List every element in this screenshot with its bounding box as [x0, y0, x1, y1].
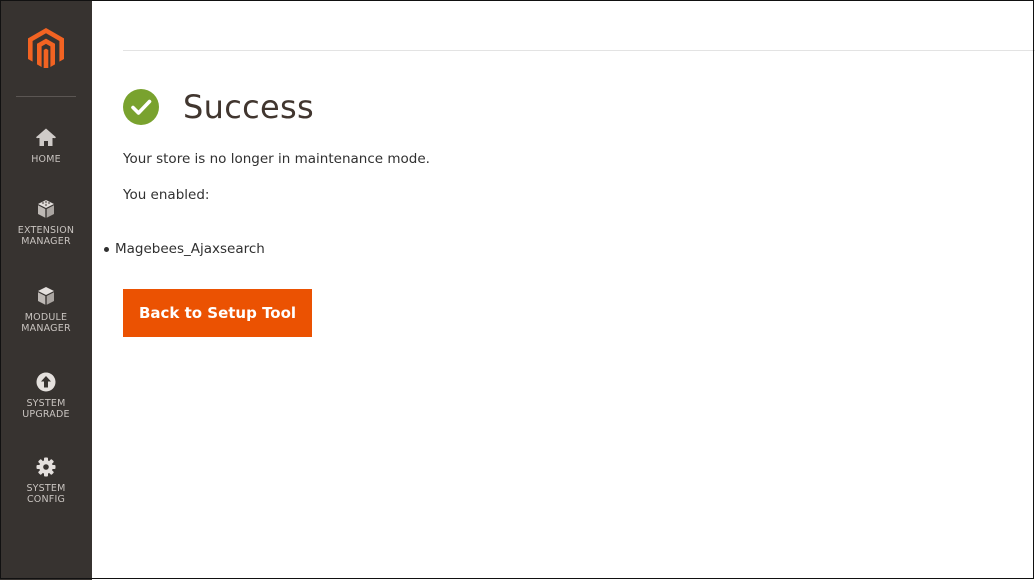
sidebar-item-system-config[interactable]: SYSTEM CONFIG	[0, 457, 92, 505]
sidebar-item-system-upgrade[interactable]: SYSTEM UPGRADE	[0, 372, 92, 420]
sidebar-item-label: SYSTEM CONFIG	[26, 483, 66, 505]
back-to-setup-tool-button[interactable]: Back to Setup Tool	[123, 289, 312, 337]
header-divider	[123, 50, 1035, 51]
magento-logo-icon[interactable]	[28, 28, 64, 68]
page-header: Success	[123, 85, 314, 129]
sidebar-item-label: HOME	[31, 154, 61, 165]
list-item: Magebees_Ajaxsearch	[104, 241, 265, 257]
page-title: Success	[183, 88, 314, 126]
bullet-icon	[104, 246, 109, 252]
sidebar-divider	[16, 96, 76, 97]
sidebar-item-extension-manager[interactable]: EXTENSION MANAGER	[0, 199, 92, 247]
enabled-modules-list: Magebees_Ajaxsearch	[104, 241, 265, 257]
enabled-label: You enabled:	[123, 187, 210, 203]
sidebar-item-module-manager[interactable]: MODULE MANAGER	[0, 286, 92, 334]
gear-icon	[36, 457, 56, 477]
sidebar-item-home[interactable]: HOME	[0, 128, 92, 165]
home-icon	[36, 128, 56, 146]
sidebar-item-label: EXTENSION MANAGER	[17, 225, 75, 247]
sidebar-item-label: MODULE MANAGER	[21, 312, 71, 334]
sidebar-item-label: SYSTEM UPGRADE	[22, 398, 70, 420]
status-message: Your store is no longer in maintenance m…	[123, 151, 430, 167]
sidebar: HOME EXTENSION MANAGER MODULE MANAGER SY…	[0, 0, 92, 580]
module-manager-icon	[38, 287, 54, 305]
check-circle-icon	[123, 89, 159, 125]
main-content: Success Your store is no longer in maint…	[92, 0, 1035, 580]
module-name: Magebees_Ajaxsearch	[115, 241, 265, 257]
system-upgrade-icon	[36, 372, 56, 392]
extension-manager-icon	[38, 200, 54, 218]
